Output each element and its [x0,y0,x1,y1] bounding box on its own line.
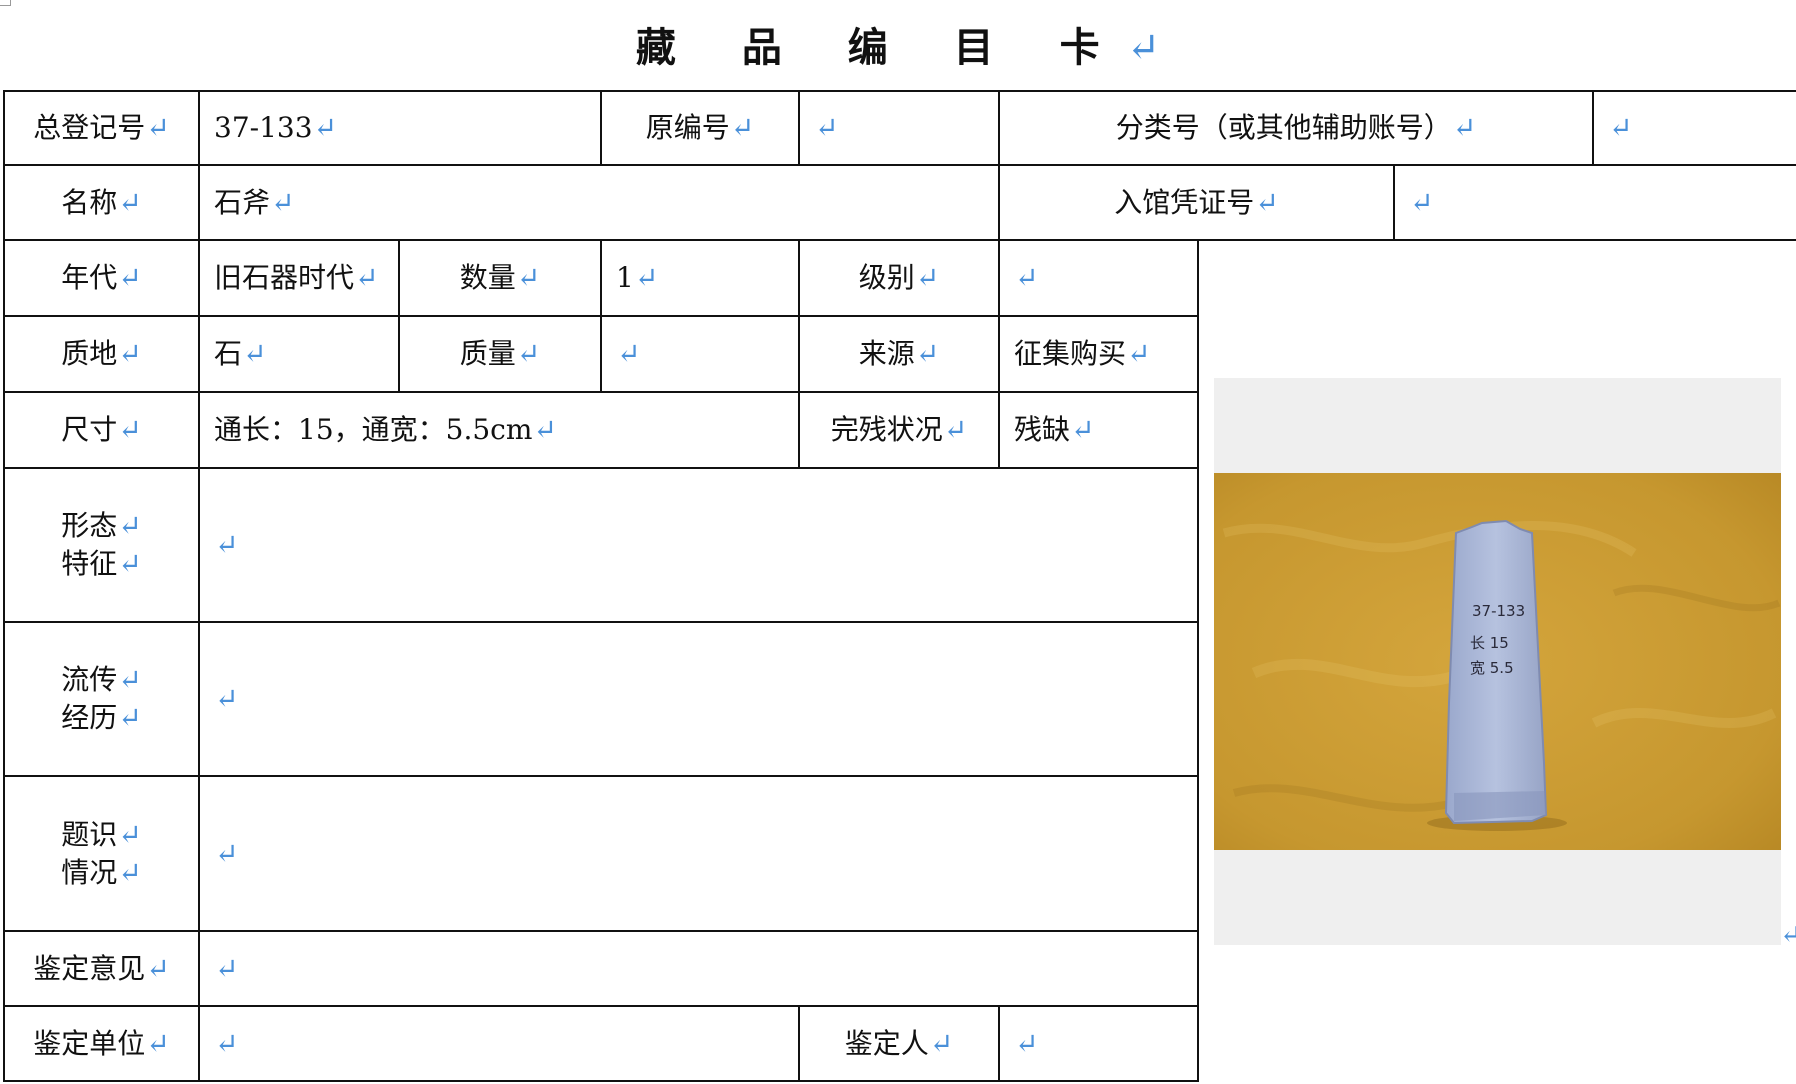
form-label: 形态↵ 特征↵ [61,509,142,580]
artifact-photo-svg: 37-133 长 15 宽 5.5 [1214,473,1781,850]
unit-value[interactable]: ↵ [200,1007,798,1080]
quantity-value[interactable]: 1 ↵ [602,241,798,315]
condition-label: 完残状况 ↵ [830,413,968,446]
condition-value[interactable]: 残缺 ↵ [1000,393,1197,467]
material-value[interactable]: 石 ↵ [200,317,398,391]
artifact-photo: 37-133 长 15 宽 5.5 [1214,473,1781,850]
line [1197,239,1199,1082]
voucher-label: 入馆凭证号 ↵ [1114,185,1279,219]
card-title: 藏 品 编 目 卡↵ [635,24,1161,71]
unit-label: 鉴定单位 ↵ [33,1026,170,1060]
stone-inscription-2: 长 15 [1470,634,1509,652]
inscription-label: 题识↵ 情况↵ [61,817,142,889]
registry-value[interactable]: 37-133 ↵ [200,92,600,164]
mass-value[interactable]: ↵ [602,317,798,391]
stone-inscription-1: 37-133 [1472,602,1525,620]
grade-label: 级别 ↵ [858,261,940,294]
source-label: 来源 ↵ [858,337,940,370]
quantity-label: 数量 ↵ [459,261,541,294]
voucher-value[interactable]: ↵ [1395,166,1796,239]
classification-label: 分类号（或其他辅助账号） ↵ [1115,111,1477,144]
registry-label: 总登记号 ↵ [33,111,170,144]
classification-value[interactable]: ↵ [1594,92,1796,164]
form-value[interactable]: ↵ [200,469,1197,621]
opinion-value[interactable]: ↵ [200,932,1197,1005]
material-label: 质地 ↵ [61,337,142,370]
trailing-return-mark: ↵ [1780,920,1796,950]
source-value[interactable]: 征集购买 ↵ [1000,317,1197,391]
size-label: 尺寸 ↵ [61,413,142,446]
provenance-label: 流传↵ 经历↵ [61,663,142,734]
appraiser-label: 鉴定人 ↵ [844,1026,954,1060]
provenance-value[interactable]: ↵ [200,623,1197,775]
mass-label: 质量 ↵ [459,337,541,370]
appraiser-value[interactable]: ↵ [1000,1007,1197,1080]
inscription-value[interactable]: ↵ [200,777,1197,930]
name-value[interactable]: 石斧 ↵ [200,166,998,239]
original-no-value[interactable]: ↵ [800,92,998,164]
page-corner-mark [0,0,11,6]
photo-frame: 37-133 长 15 宽 5.5 [1214,378,1781,945]
size-value[interactable]: 通长：15，通宽：5.5cm ↵ [200,393,798,467]
era-value[interactable]: 旧石器时代 ↵ [200,241,398,315]
name-label: 名称 ↵ [61,185,142,219]
original-no-label: 原编号 ↵ [645,111,755,144]
opinion-label: 鉴定意见 ↵ [33,951,170,985]
era-label: 年代 ↵ [61,261,142,294]
line [3,1080,1199,1082]
stone-inscription-3: 宽 5.5 [1470,659,1514,677]
grade-value[interactable]: ↵ [1000,241,1197,315]
